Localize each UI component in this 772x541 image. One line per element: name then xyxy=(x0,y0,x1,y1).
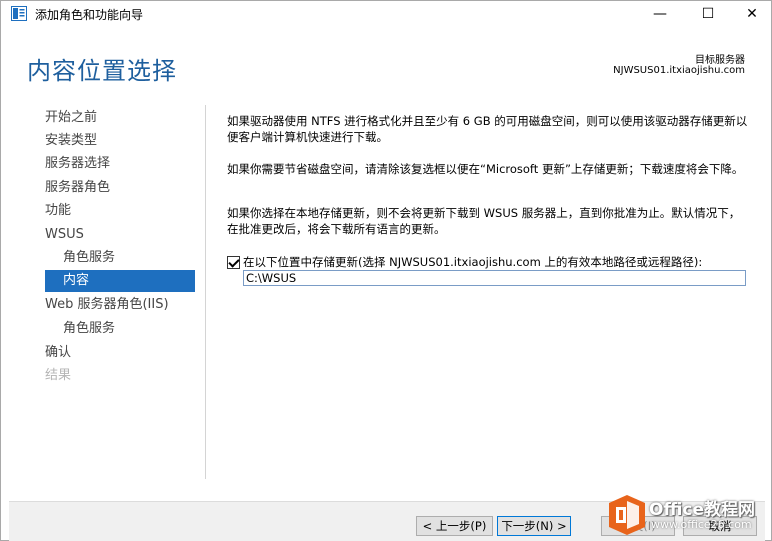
maximize-button[interactable]: ☐ xyxy=(685,1,731,27)
nav-item-web-server-role[interactable]: Web 服务器角色(IIS) xyxy=(45,294,169,316)
info-paragraph-local-storage: 如果你选择在本地存储更新，则不会将更新下载到 WSUS 服务器上，直到你批准为止… xyxy=(227,206,741,236)
nav-item-server-roles[interactable]: 服务器角色 xyxy=(45,177,110,199)
title-bar: 添加角色和功能向导 — ☐ ✕ xyxy=(1,1,771,27)
watermark-url: www.office26.com xyxy=(651,518,752,531)
minimize-button[interactable]: — xyxy=(637,1,683,27)
previous-button[interactable]: < 上一步(P) xyxy=(416,516,493,536)
office-logo-icon xyxy=(609,495,645,535)
nav-item-results: 结果 xyxy=(45,368,72,383)
nav-item-installation-type[interactable]: 安装类型 xyxy=(45,130,97,152)
nav-divider xyxy=(205,105,206,479)
nav-item-wsus[interactable]: WSUS xyxy=(45,224,84,246)
content-path-input[interactable] xyxy=(243,270,746,286)
nav-item-before-you-begin[interactable]: 开始之前 xyxy=(45,107,97,129)
nav-item-features[interactable]: 功能 xyxy=(45,200,71,222)
info-paragraph-ntfs: 如果驱动器使用 NTFS 进行格式化并且至少有 6 GB 的可用磁盘空间，则可以… xyxy=(227,114,748,144)
target-server-label: 目标服务器 xyxy=(695,55,745,66)
maximize-icon: ☐ xyxy=(701,6,715,22)
window-title: 添加角色和功能向导 xyxy=(35,8,144,22)
target-server-name: NJWSUS01.itxiaojishu.com xyxy=(613,65,745,76)
server-manager-icon xyxy=(11,6,27,21)
close-icon: ✕ xyxy=(746,6,758,22)
close-button[interactable]: ✕ xyxy=(729,1,772,27)
store-updates-label: 在以下位置中存储更新(选择 NJWSUS01.itxiaojishu.com 上… xyxy=(243,255,703,269)
wizard-body: 开始之前 安装类型 服务器选择 服务器角色 功能 WSUS 角色服务 内容 We… xyxy=(9,99,765,499)
nav-item-server-selection[interactable]: 服务器选择 xyxy=(45,153,110,175)
wizard-nav: 开始之前 安装类型 服务器选择 服务器角色 功能 WSUS 角色服务 内容 We… xyxy=(9,99,205,499)
nav-item-confirmation[interactable]: 确认 xyxy=(45,342,71,364)
content-panel: 如果驱动器使用 NTFS 进行格式化并且至少有 6 GB 的可用磁盘空间，则可以… xyxy=(227,99,757,499)
page-title: 内容位置选择 xyxy=(27,57,177,85)
watermark: Office教程网 www.office26.com xyxy=(607,491,772,541)
store-updates-checkbox[interactable] xyxy=(227,255,240,269)
info-paragraph-disk-space: 如果你需要节省磁盘空间，请清除该复选框以便在“Microsoft 更新”上存储更… xyxy=(227,162,744,176)
minimize-icon: — xyxy=(653,6,667,22)
wizard-header: 内容位置选择 目标服务器 NJWSUS01.itxiaojishu.com xyxy=(9,31,765,99)
next-button[interactable]: 下一步(N) > xyxy=(497,516,571,536)
nav-item-iis-role-services[interactable]: 角色服务 xyxy=(63,318,115,340)
wizard-window: 添加角色和功能向导 — ☐ ✕ 内容位置选择 目标服务器 NJWSUS01.it… xyxy=(0,0,772,541)
store-updates-option[interactable]: 在以下位置中存储更新(选择 NJWSUS01.itxiaojishu.com 上… xyxy=(227,254,702,270)
watermark-title: Office教程网 xyxy=(649,500,756,520)
nav-item-content[interactable]: 内容 xyxy=(45,270,195,292)
nav-item-wsus-role-services[interactable]: 角色服务 xyxy=(63,247,115,269)
